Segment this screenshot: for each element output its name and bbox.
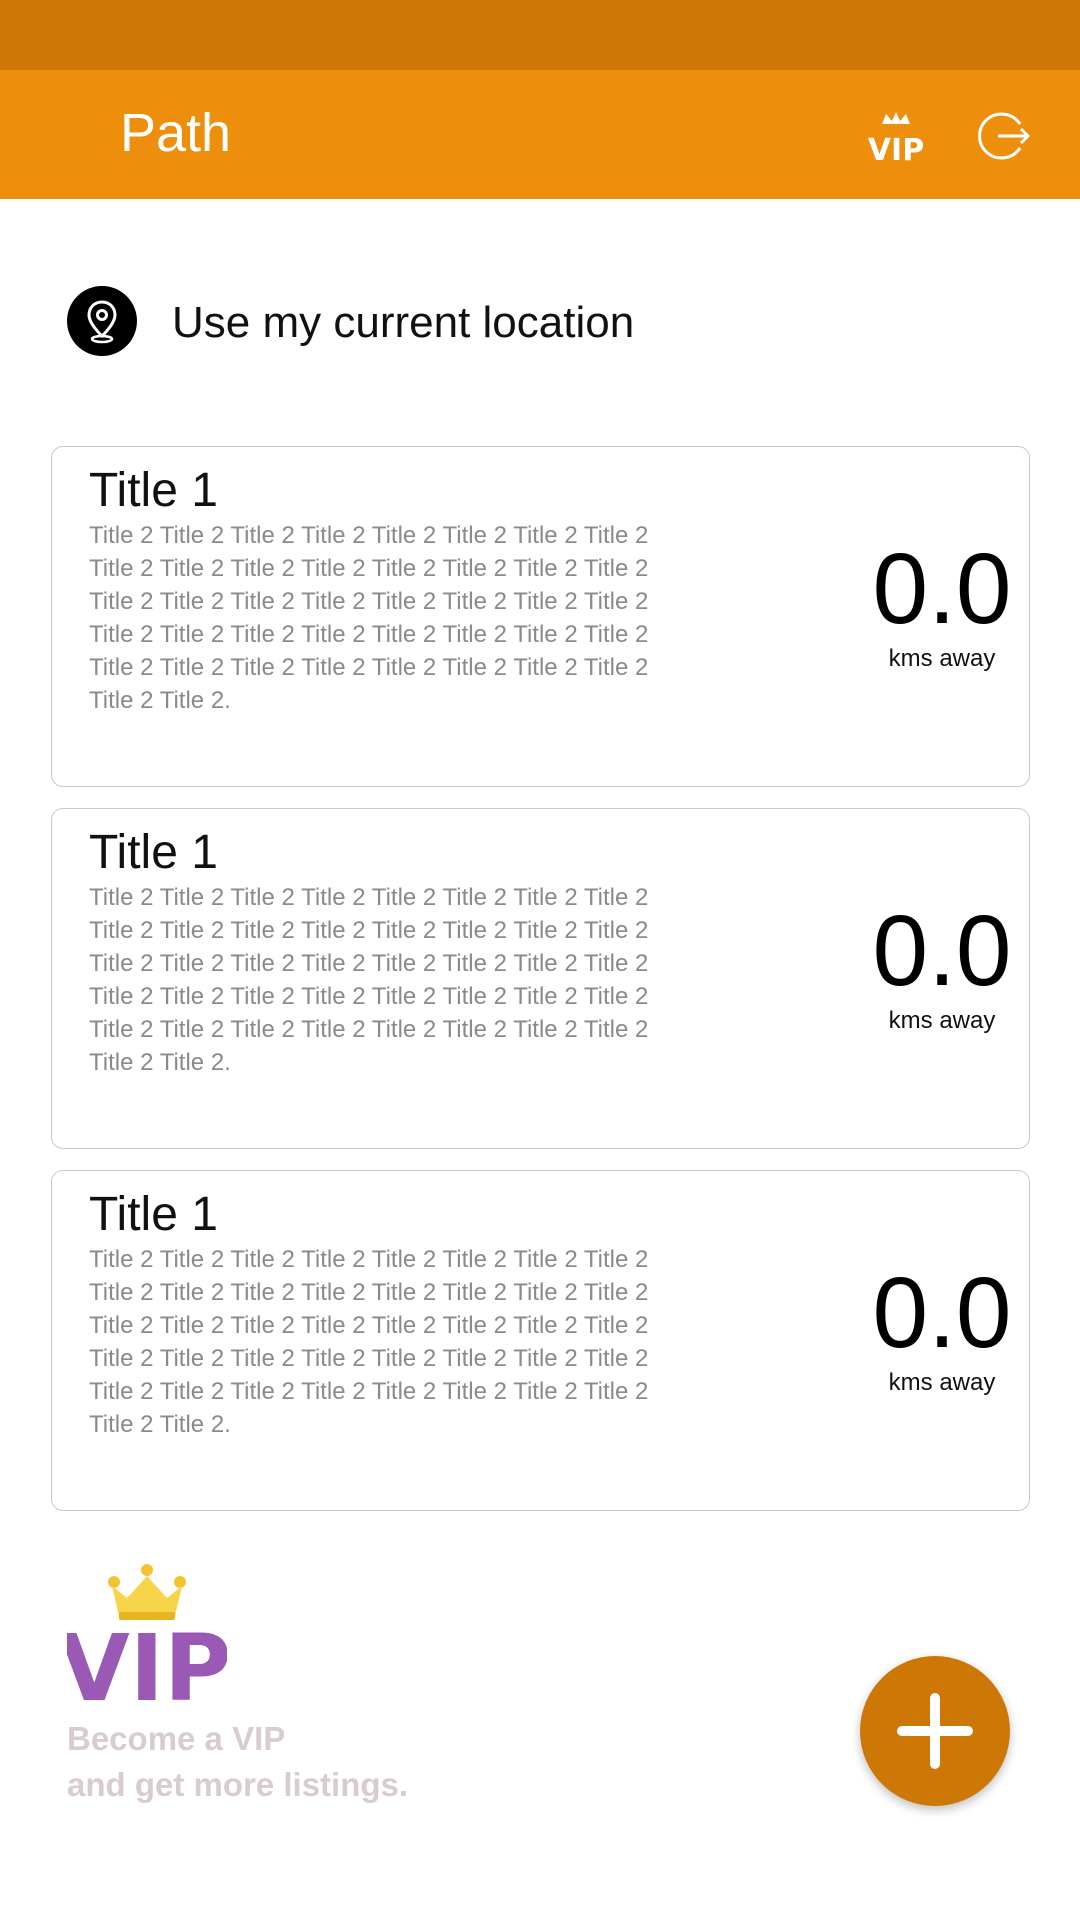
status-bar <box>0 0 1080 70</box>
vip-logo-icon: VIP <box>67 1564 227 1705</box>
plus-icon <box>897 1693 973 1769</box>
listing-card[interactable]: Title 1 Title 2 Title 2 Title 2 Title 2 … <box>51 446 1030 787</box>
use-current-location-label: Use my current location <box>172 298 635 347</box>
listing-card[interactable]: Title 1 Title 2 Title 2 Title 2 Title 2 … <box>51 808 1030 1149</box>
listing-description: Title 2 Title 2 Title 2 Title 2 Title 2 … <box>89 1246 649 1438</box>
add-listing-fab[interactable] <box>860 1656 1010 1806</box>
listing-description: Title 2 Title 2 Title 2 Title 2 Title 2 … <box>89 884 649 1076</box>
svg-text:VIP: VIP <box>67 1615 227 1705</box>
listing-distance: 0.0 <box>872 533 1012 645</box>
app-bar: Path VIP <box>0 70 1080 199</box>
listing-card[interactable]: Title 1 Title 2 Title 2 Title 2 Title 2 … <box>51 1170 1030 1511</box>
logout-button[interactable] <box>976 108 1032 164</box>
listing-title: Title 1 <box>89 1188 218 1241</box>
logout-icon <box>978 112 1031 160</box>
listing-distance-unit: kms away <box>888 645 996 672</box>
vip-action-button[interactable]: VIP <box>866 110 926 168</box>
listing-distance-unit: kms away <box>888 1007 996 1034</box>
app-title: Path <box>120 103 232 163</box>
svg-text:VIP: VIP <box>868 133 924 166</box>
listing-title: Title 1 <box>89 826 218 879</box>
listing-distance: 0.0 <box>872 895 1012 1007</box>
use-current-location-button[interactable]: Use my current location <box>67 286 967 356</box>
promo-line-2: and get more listings. <box>67 1766 409 1803</box>
listing-distance: 0.0 <box>872 1257 1012 1369</box>
listing-title: Title 1 <box>89 464 218 517</box>
listing-distance-unit: kms away <box>888 1369 996 1396</box>
location-pin-icon <box>67 286 137 356</box>
listing-description: Title 2 Title 2 Title 2 Title 2 Title 2 … <box>89 522 649 714</box>
vip-crown-icon: VIP <box>868 112 924 168</box>
promo-line-1: Become a VIP <box>67 1720 286 1757</box>
